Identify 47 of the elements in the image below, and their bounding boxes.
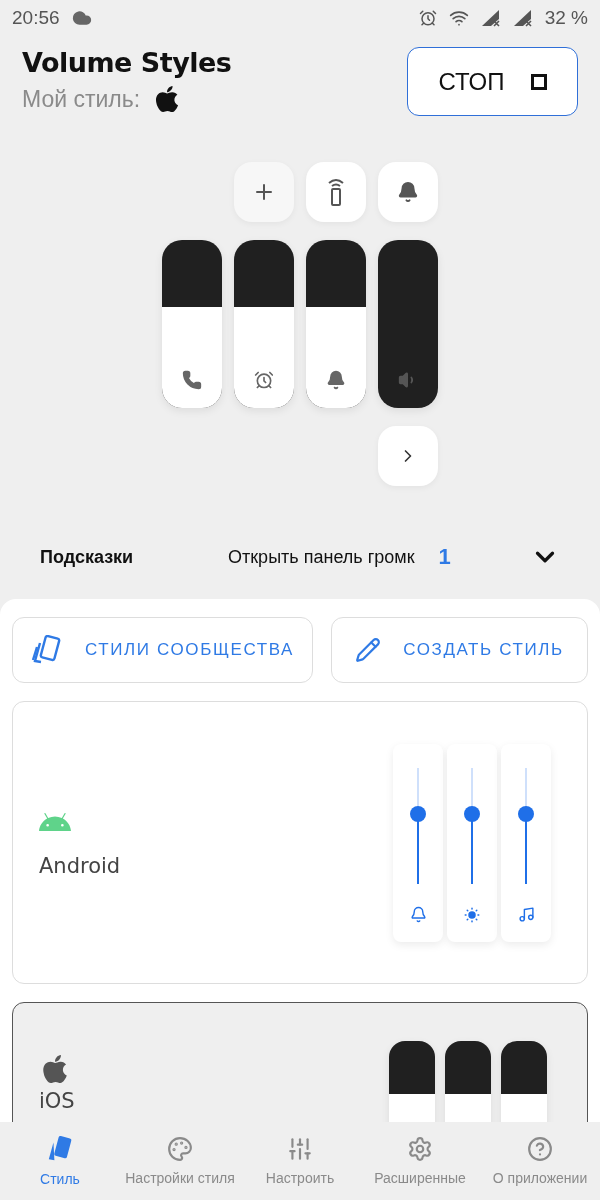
style-card[interactable]: Android [12, 701, 588, 984]
pencil-icon [355, 637, 382, 663]
bell-icon [326, 370, 346, 390]
volume-slider[interactable] [306, 240, 366, 408]
slider-thumb[interactable] [518, 805, 534, 822]
help-icon [527, 1136, 553, 1162]
hint-text: Открыть панель громк [228, 546, 415, 568]
app-title: Volume Styles [22, 47, 232, 78]
panel-button[interactable] [306, 162, 366, 222]
volume-slider[interactable] [234, 240, 294, 408]
sliders-icon [287, 1136, 313, 1162]
style-name: Android [39, 853, 122, 878]
phone-icon [182, 370, 202, 390]
bell-icon [409, 905, 427, 923]
volume-slider[interactable] [378, 240, 438, 408]
status-time: 20:56 [12, 7, 60, 29]
signal-icon [512, 9, 533, 27]
alarm-clock-icon [418, 9, 437, 27]
signal-icon [480, 9, 501, 27]
style-name: iOS [39, 1089, 76, 1113]
action-button[interactable]: СТИЛИ СООБЩЕСТВА [12, 617, 313, 683]
nav-tab[interactable]: Настроить [240, 1122, 360, 1200]
nav-tab[interactable]: Стиль [0, 1122, 120, 1200]
stop-icon [530, 73, 547, 90]
cloud-icon [71, 8, 92, 28]
settings-icon [407, 1136, 433, 1162]
nav-tab[interactable]: Расширенные [360, 1122, 480, 1200]
current-style-label: Мой стиль: [22, 85, 141, 113]
panel-button[interactable] [378, 162, 438, 222]
volume-slider[interactable] [162, 240, 222, 408]
nav-tab[interactable]: Настройки стиля [120, 1122, 240, 1200]
hint-count: 1 [438, 544, 451, 570]
brightness-icon [463, 905, 481, 924]
slider-thumb[interactable] [464, 805, 480, 822]
nav-tab[interactable]: О приложении [480, 1122, 600, 1200]
style-card[interactable]: iOS [12, 1002, 588, 1122]
cards-icon [31, 635, 63, 665]
bell-icon [397, 181, 419, 203]
alarm-clock-icon [254, 370, 274, 390]
hints-label: Подсказки [40, 546, 135, 568]
wifi-icon [448, 8, 469, 28]
battery-level: 32 % [544, 7, 588, 29]
stop-button[interactable]: СТОП [407, 47, 578, 116]
slider-thumb[interactable] [410, 805, 426, 822]
action-button[interactable]: СОЗДАТЬ СТИЛЬ [331, 617, 588, 683]
music-note-icon [517, 905, 535, 923]
palette-icon [167, 1136, 193, 1162]
